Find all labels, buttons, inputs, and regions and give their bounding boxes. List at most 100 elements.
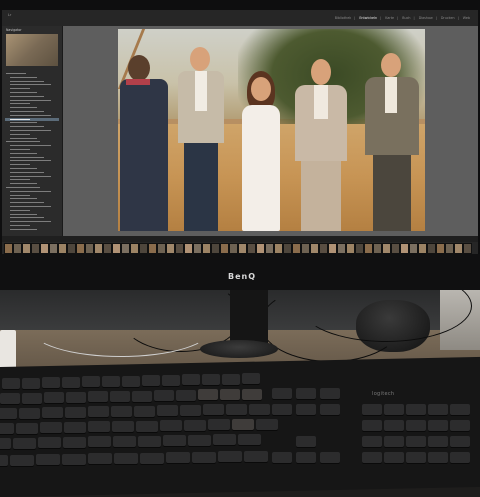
filmstrip-thumbnail[interactable]	[130, 243, 139, 254]
filmstrip-thumbnail[interactable]	[319, 243, 328, 254]
preset-row[interactable]	[5, 216, 59, 219]
preset-row[interactable]	[5, 175, 59, 178]
preset-row[interactable]	[5, 209, 59, 212]
preset-row[interactable]	[5, 156, 59, 159]
filmstrip-thumbnail[interactable]	[229, 243, 238, 254]
preset-row[interactable]	[5, 72, 59, 75]
preset-row[interactable]	[5, 197, 59, 200]
preset-row[interactable]	[5, 205, 59, 208]
filmstrip-thumbnail[interactable]	[220, 243, 229, 254]
preset-row[interactable]	[5, 213, 59, 216]
preset-row[interactable]	[5, 99, 59, 102]
preset-row[interactable]	[5, 140, 59, 143]
filmstrip-thumbnail[interactable]	[139, 243, 148, 254]
filmstrip-thumbnail[interactable]	[13, 243, 22, 254]
filmstrip-thumbnail[interactable]	[301, 243, 310, 254]
filmstrip-thumbnail[interactable]	[382, 243, 391, 254]
filmstrip-thumbnail[interactable]	[76, 243, 85, 254]
preset-row[interactable]	[5, 171, 59, 174]
filmstrip-thumbnail[interactable]	[364, 243, 373, 254]
preset-row[interactable]	[5, 186, 59, 189]
filmstrip-thumbnail[interactable]	[463, 243, 472, 254]
filmstrip-thumbnail[interactable]	[373, 243, 382, 254]
preset-row[interactable]	[5, 106, 59, 109]
filmstrip-thumbnail[interactable]	[292, 243, 301, 254]
filmstrip-thumbnail[interactable]	[184, 243, 193, 254]
preset-row[interactable]	[5, 133, 59, 136]
module-library[interactable]: Bibliothek	[335, 16, 351, 20]
filmstrip-thumbnail[interactable]	[238, 243, 247, 254]
preset-row[interactable]	[5, 125, 59, 128]
filmstrip-thumbnail[interactable]	[175, 243, 184, 254]
preset-row[interactable]	[5, 83, 59, 86]
preset-row[interactable]	[5, 76, 59, 79]
filmstrip-thumbnail[interactable]	[418, 243, 427, 254]
filmstrip-thumbnail[interactable]	[283, 243, 292, 254]
filmstrip-thumbnail[interactable]	[148, 243, 157, 254]
filmstrip-thumbnail[interactable]	[391, 243, 400, 254]
filmstrip-thumbnail[interactable]	[202, 243, 211, 254]
filmstrip-thumbnail[interactable]	[337, 243, 346, 254]
preset-row[interactable]	[5, 144, 59, 147]
preset-row[interactable]	[5, 110, 59, 113]
filmstrip-thumbnail[interactable]	[193, 243, 202, 254]
preset-row[interactable]	[5, 178, 59, 181]
module-print[interactable]: Drucken	[441, 16, 455, 20]
filmstrip-thumbnail[interactable]	[157, 243, 166, 254]
preset-row[interactable]	[5, 163, 59, 166]
filmstrip-thumbnail[interactable]	[256, 243, 265, 254]
navigator-preview[interactable]	[6, 34, 58, 66]
filmstrip-thumbnail[interactable]	[121, 243, 130, 254]
filmstrip-thumbnail[interactable]	[112, 243, 121, 254]
preset-row[interactable]	[5, 182, 59, 185]
filmstrip-thumbnail[interactable]	[436, 243, 445, 254]
filmstrip-thumbnail[interactable]	[445, 243, 454, 254]
filmstrip-thumbnail[interactable]	[85, 243, 94, 254]
preset-row[interactable]	[5, 80, 59, 83]
wedding-photo[interactable]	[118, 29, 425, 231]
filmstrip-thumbnail[interactable]	[4, 243, 13, 254]
filmstrip-thumbnail[interactable]	[67, 243, 76, 254]
filmstrip-thumbnail[interactable]	[40, 243, 49, 254]
filmstrip-thumbnail[interactable]	[265, 243, 274, 254]
preset-row[interactable]	[5, 152, 59, 155]
filmstrip-thumbnail[interactable]	[427, 243, 436, 254]
filmstrip-thumbnail[interactable]	[211, 243, 220, 254]
preset-row[interactable]	[5, 159, 59, 162]
preset-row[interactable]	[5, 117, 59, 121]
module-web[interactable]: Web	[463, 16, 470, 20]
filmstrip-thumbnail[interactable]	[355, 243, 364, 254]
filmstrip-thumbnail[interactable]	[328, 243, 337, 254]
filmstrip-thumbnail[interactable]	[310, 243, 319, 254]
preset-row[interactable]	[5, 137, 59, 140]
filmstrip-thumbnail[interactable]	[400, 243, 409, 254]
filmstrip-thumbnail[interactable]	[31, 243, 40, 254]
preset-row[interactable]	[5, 194, 59, 197]
preset-row[interactable]	[5, 95, 59, 98]
filmstrip-thumbnail[interactable]	[274, 243, 283, 254]
filmstrip-thumbnail[interactable]	[409, 243, 418, 254]
preset-row[interactable]	[5, 114, 59, 117]
preset-row[interactable]	[5, 167, 59, 170]
preset-row[interactable]	[5, 91, 59, 94]
module-book[interactable]: Buch	[402, 16, 410, 20]
filmstrip-thumbnail[interactable]	[58, 243, 67, 254]
preset-row[interactable]	[5, 102, 59, 105]
filmstrip-thumbnail[interactable]	[103, 243, 112, 254]
filmstrip-thumbnail[interactable]	[22, 243, 31, 254]
preset-row[interactable]	[5, 228, 59, 231]
filmstrip-thumbnail[interactable]	[454, 243, 463, 254]
module-map[interactable]: Karte	[385, 16, 394, 20]
preset-row[interactable]	[5, 87, 59, 90]
preset-row[interactable]	[5, 220, 59, 223]
preset-row[interactable]	[5, 190, 59, 193]
filmstrip-thumbnail[interactable]	[346, 243, 355, 254]
filmstrip-thumbnail[interactable]	[49, 243, 58, 254]
module-slideshow[interactable]: Diashow	[419, 16, 433, 20]
preset-row[interactable]	[5, 148, 59, 151]
module-develop[interactable]: Entwickeln	[359, 16, 377, 20]
filmstrip-thumbnail[interactable]	[94, 243, 103, 254]
preset-row[interactable]	[5, 121, 59, 124]
preset-row[interactable]	[5, 201, 59, 204]
filmstrip-thumbnail[interactable]	[166, 243, 175, 254]
